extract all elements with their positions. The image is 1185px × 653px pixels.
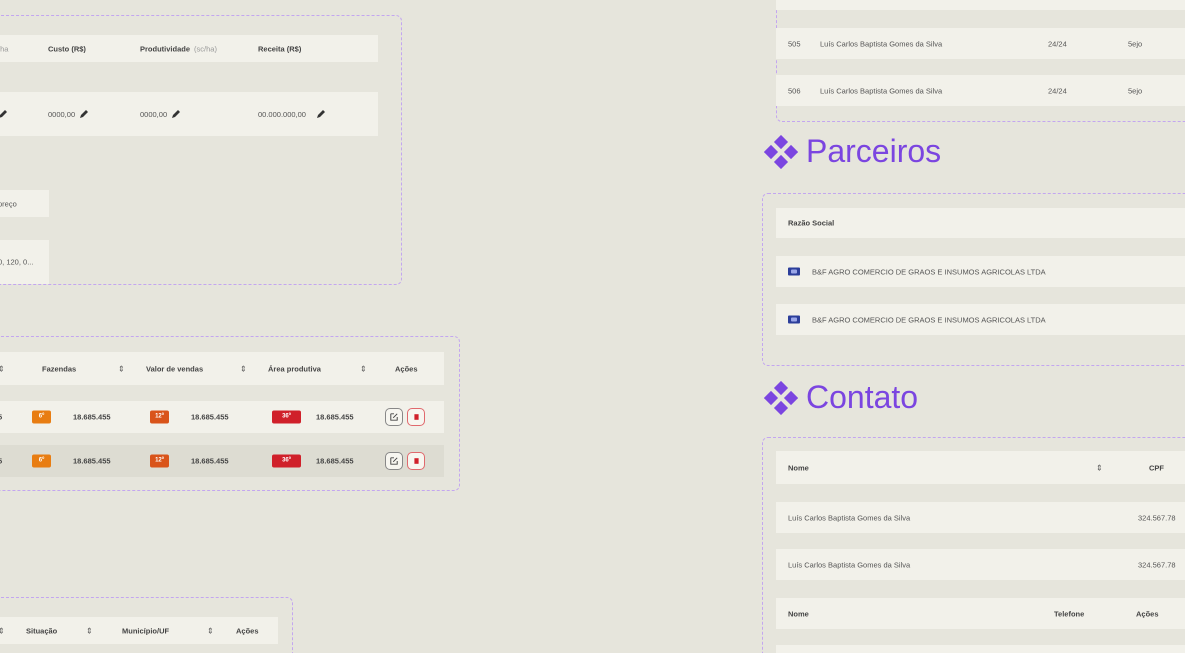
contato-cpf: 324.567.78 xyxy=(1138,513,1176,522)
top-left-row-b: 0, 120, 0... xyxy=(0,240,49,284)
top-left-row-a: preço xyxy=(0,190,49,217)
table-row: Luís Carlos Baptista Gomes da Silva 324.… xyxy=(776,502,1185,533)
edit-icon xyxy=(390,457,398,465)
list-item xyxy=(776,0,1185,10)
pencil-icon[interactable] xyxy=(316,109,326,119)
header-acoes: Ações xyxy=(236,626,259,635)
header-col0: /ha xyxy=(0,44,9,53)
valor-value: 18.685.455 xyxy=(191,456,229,466)
produtividade-value[interactable]: 0000,00 xyxy=(140,110,167,119)
contato-header-row-2: Nome Telefone Ações xyxy=(776,598,1185,629)
sort-icon[interactable]: ⇕ xyxy=(240,364,247,373)
table-row: Luís Carlos Baptista Gomes da Silva 324.… xyxy=(776,549,1185,580)
table-row: 5 6º 18.685.455 12º 18.685.455 36º 18.68… xyxy=(0,401,444,433)
flag-icon xyxy=(788,267,800,276)
header-produtividade-unit: (sc/ha) xyxy=(194,44,217,53)
ranking-header-row: ⇕ Fazendas ⇕ Valor de vendas ⇕ Área prod… xyxy=(0,352,444,385)
list-item: 505 Luís Carlos Baptista Gomes da Silva … xyxy=(776,28,1185,59)
contato-title: Contato xyxy=(806,379,919,415)
diamond-cluster-icon xyxy=(764,380,798,415)
parceiro-name: B&F AGRO COMERCIO DE GRAOS E INSUMOS AGR… xyxy=(812,267,1046,276)
sort-icon[interactable]: ⇕ xyxy=(118,364,125,373)
delete-button[interactable] xyxy=(407,408,425,426)
row-b-text: 0, 120, 0... xyxy=(0,257,34,267)
bottom-left-header-row: ⇕ Situação ⇕ Município/UF ⇕ Ações xyxy=(0,617,278,644)
sort-icon[interactable]: ⇕ xyxy=(360,364,367,373)
edit-button[interactable] xyxy=(385,408,403,426)
header-acoes: Ações xyxy=(1136,609,1159,618)
row-a-text: preço xyxy=(0,199,17,208)
person-name: Luís Carlos Baptista Gomes da Silva xyxy=(820,39,943,48)
list-item: 506 Luís Carlos Baptista Gomes da Silva … xyxy=(776,75,1185,106)
header-nome: Nome xyxy=(788,463,809,472)
contato-nome: Luís Carlos Baptista Gomes da Silva xyxy=(788,560,911,569)
valor-value: 18.685.455 xyxy=(191,412,229,422)
contato-nome: Luís Carlos Baptista Gomes da Silva xyxy=(788,513,911,522)
person-ratio: 24/24 xyxy=(1048,86,1067,95)
pencil-icon[interactable] xyxy=(79,109,89,119)
rank-badge: 12º xyxy=(150,410,169,424)
pencil-icon[interactable] xyxy=(171,109,181,119)
header-acoes: Ações xyxy=(395,364,418,373)
person-ratio: 24/24 xyxy=(1048,39,1067,48)
parceiros-title: Parceiros xyxy=(806,133,942,169)
area-value: 18.685.455 xyxy=(316,456,354,466)
contato-header-row: Nome ⇕ CPF xyxy=(776,451,1185,484)
table-row xyxy=(776,645,1185,653)
header-nome: Nome xyxy=(788,609,809,618)
header-municipio: Município/UF xyxy=(122,626,170,635)
receita-value[interactable]: 00.000.000,00 xyxy=(258,110,306,119)
trash-icon xyxy=(414,458,419,464)
rank-badge: 12º xyxy=(150,454,169,468)
person-tag: 5ejo xyxy=(1128,86,1143,95)
parceiros-header-row: Razão Social xyxy=(776,208,1185,238)
header-custo: Custo (R$) xyxy=(48,44,86,53)
person-tag: 5ejo xyxy=(1128,39,1143,48)
diamond-cluster-icon xyxy=(764,134,798,169)
header-razao-social: Razão Social xyxy=(788,218,835,228)
table-row[interactable]: B&F AGRO COMERCIO DE GRAOS E INSUMOS AGR… xyxy=(776,256,1185,287)
fazendas-value: 18.685.455 xyxy=(73,412,111,422)
top-left-values-row: 0000,00 0000,00 00.000.000,00 xyxy=(0,92,378,136)
fazendas-value: 18.685.455 xyxy=(73,456,111,466)
table-row: 5 6º 18.685.455 12º 18.685.455 36º 18.68… xyxy=(0,445,444,477)
top-left-header-row: /ha Custo (R$) Produtividade (sc/ha) Rec… xyxy=(0,35,378,62)
person-name: Luís Carlos Baptista Gomes da Silva xyxy=(820,86,943,95)
custo-value[interactable]: 0000,00 xyxy=(48,110,75,119)
flag-icon xyxy=(788,315,800,324)
parceiro-name: B&F AGRO COMERCIO DE GRAOS E INSUMOS AGR… xyxy=(812,315,1046,324)
sort-icon[interactable]: ⇕ xyxy=(86,626,93,635)
sort-icon[interactable]: ⇕ xyxy=(207,626,214,635)
sort-icon[interactable]: ⇕ xyxy=(0,626,5,635)
delete-button[interactable] xyxy=(407,452,425,470)
table-row[interactable]: B&F AGRO COMERCIO DE GRAOS E INSUMOS AGR… xyxy=(776,304,1185,335)
contato-heading: Contato xyxy=(764,379,918,416)
header-valor-vendas: Valor de vendas xyxy=(146,364,204,373)
parceiros-heading: Parceiros xyxy=(764,133,941,170)
header-cpf: CPF xyxy=(1149,463,1164,472)
person-id: 505 xyxy=(788,39,801,48)
header-area-produtiva: Área produtiva xyxy=(268,364,321,373)
header-fazendas: Fazendas xyxy=(42,364,77,373)
sort-icon[interactable]: ⇕ xyxy=(0,364,5,373)
trash-icon xyxy=(414,414,419,420)
rank-badge: 36º xyxy=(272,410,301,424)
rank-badge: 36º xyxy=(272,454,301,468)
edit-icon xyxy=(390,413,398,421)
pencil-icon[interactable] xyxy=(0,109,8,119)
header-telefone: Telefone xyxy=(1054,609,1085,618)
area-value: 18.685.455 xyxy=(316,412,354,422)
rank-badge: 6º xyxy=(32,454,51,468)
edit-button[interactable] xyxy=(385,452,403,470)
rank-badge: 6º xyxy=(32,410,51,424)
header-produtividade: Produtividade xyxy=(140,44,191,53)
header-situacao: Situação xyxy=(26,626,58,635)
person-id: 506 xyxy=(788,86,801,95)
contato-cpf: 324.567.78 xyxy=(1138,560,1176,569)
sort-icon[interactable]: ⇕ xyxy=(1096,463,1103,472)
header-receita: Receita (R$) xyxy=(258,44,302,53)
